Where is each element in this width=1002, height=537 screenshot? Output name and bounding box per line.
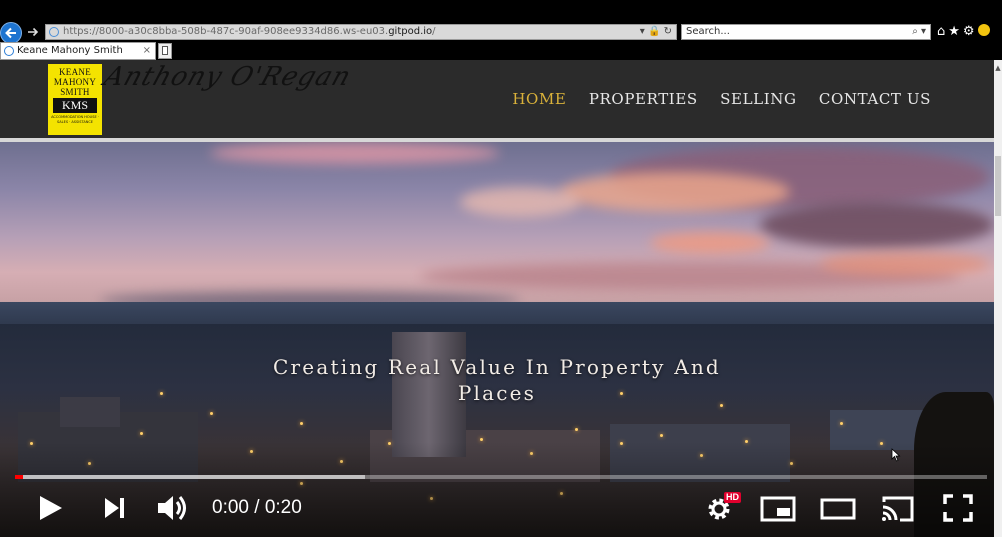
cloud — [650, 232, 770, 254]
hd-badge: HD — [724, 492, 741, 503]
progress-played — [15, 475, 23, 479]
logo-tagline: ACCOMMODATION HOUSE · SALES · ASSISTANCE — [51, 115, 99, 124]
back-button[interactable] — [0, 22, 22, 44]
url-text: https://8000-a30c8bba-508b-487c-90af-908… — [63, 26, 436, 37]
site-favicon-icon — [49, 27, 59, 37]
tab-title: Keane Mahony Smith — [17, 45, 123, 56]
progress-buffered — [15, 475, 365, 479]
logo-line-3: SMITH — [60, 87, 90, 97]
cloud — [210, 142, 500, 164]
video-progress-bar[interactable] — [15, 475, 987, 479]
city-light — [140, 432, 143, 435]
nav-home[interactable]: HOME — [512, 90, 566, 108]
search-placeholder: Search... — [686, 26, 730, 37]
logo-kms: KMS — [53, 98, 97, 113]
city-light — [660, 434, 663, 437]
nav-selling[interactable]: SELLING — [720, 90, 796, 108]
logo[interactable]: KEANE MAHONY SMITH KMS ACCOMMODATION HOU… — [48, 64, 102, 135]
nav-properties[interactable]: PROPERTIES — [589, 90, 698, 108]
video-time: 0:00 / 0:20 — [212, 497, 302, 518]
favorites-star-icon[interactable]: ★ — [948, 24, 963, 39]
browser-tab[interactable]: Keane Mahony Smith × — [0, 42, 156, 60]
refresh-icon[interactable]: ↻ — [664, 26, 672, 37]
city-light — [480, 438, 483, 441]
home-icon[interactable]: ⌂ — [937, 24, 948, 39]
volume-button[interactable] — [156, 490, 190, 526]
site-header: KEANE MAHONY SMITH KMS ACCOMMODATION HOU… — [0, 60, 994, 138]
cloud — [760, 202, 994, 248]
search-input[interactable]: Search... ⌕ ▾ — [681, 24, 931, 40]
building — [60, 397, 120, 427]
search-icon[interactable]: ⌕ ▾ — [912, 25, 926, 39]
feedback-smiley-icon[interactable] — [977, 24, 990, 36]
fullscreen-icon[interactable] — [940, 490, 976, 526]
tab-close-icon[interactable]: × — [143, 43, 151, 59]
url-controls[interactable]: ▾ 🔒 ↻ — [640, 25, 672, 39]
browser-titlebar — [0, 0, 1002, 24]
back-arrow-icon — [5, 27, 16, 39]
new-tab-button[interactable] — [158, 43, 172, 59]
cloud — [820, 252, 990, 276]
city-light — [575, 428, 578, 431]
theater-mode-icon[interactable] — [820, 490, 856, 526]
tab-favicon-icon — [4, 46, 14, 56]
logo-line-2: MAHONY — [53, 77, 97, 87]
hero-title: Creating Real Value In Property And Plac… — [273, 355, 721, 405]
cast-icon[interactable] — [880, 490, 916, 526]
nav-contact-us[interactable]: CONTACT US — [819, 90, 931, 108]
web-page: KEANE MAHONY SMITH KMS ACCOMMODATION HOU… — [0, 60, 994, 537]
settings-gear-icon[interactable]: ⚙ — [963, 24, 978, 39]
city-light — [300, 422, 303, 425]
hero-video[interactable]: Creating Real Value In Property And Plac… — [0, 142, 994, 537]
miniplayer-icon[interactable] — [760, 490, 796, 526]
page-scrollbar[interactable]: ▲ — [994, 60, 1002, 537]
address-bar[interactable]: https://8000-a30c8bba-508b-487c-90af-908… — [45, 24, 677, 40]
mouse-cursor-icon — [891, 448, 901, 462]
next-button[interactable] — [102, 490, 128, 526]
scroll-up-arrow-icon[interactable]: ▲ — [994, 64, 1002, 72]
forward-button[interactable] — [27, 26, 39, 38]
main-nav: HOME PROPERTIES SELLING CONTACT US — [495, 90, 931, 108]
signature: Anthony O'Regan — [100, 62, 356, 92]
lock-icon: 🔒 — [647, 26, 661, 37]
city-light — [160, 392, 163, 395]
city-light — [840, 422, 843, 425]
logo-line-1: KEANE — [59, 67, 91, 77]
play-button[interactable] — [36, 490, 66, 526]
browser-toolbar-icons: ⌂★⚙ — [937, 24, 990, 40]
scroll-thumb[interactable] — [995, 156, 1001, 216]
cloud — [460, 187, 580, 217]
city-light — [210, 412, 213, 415]
cloud — [560, 172, 790, 212]
